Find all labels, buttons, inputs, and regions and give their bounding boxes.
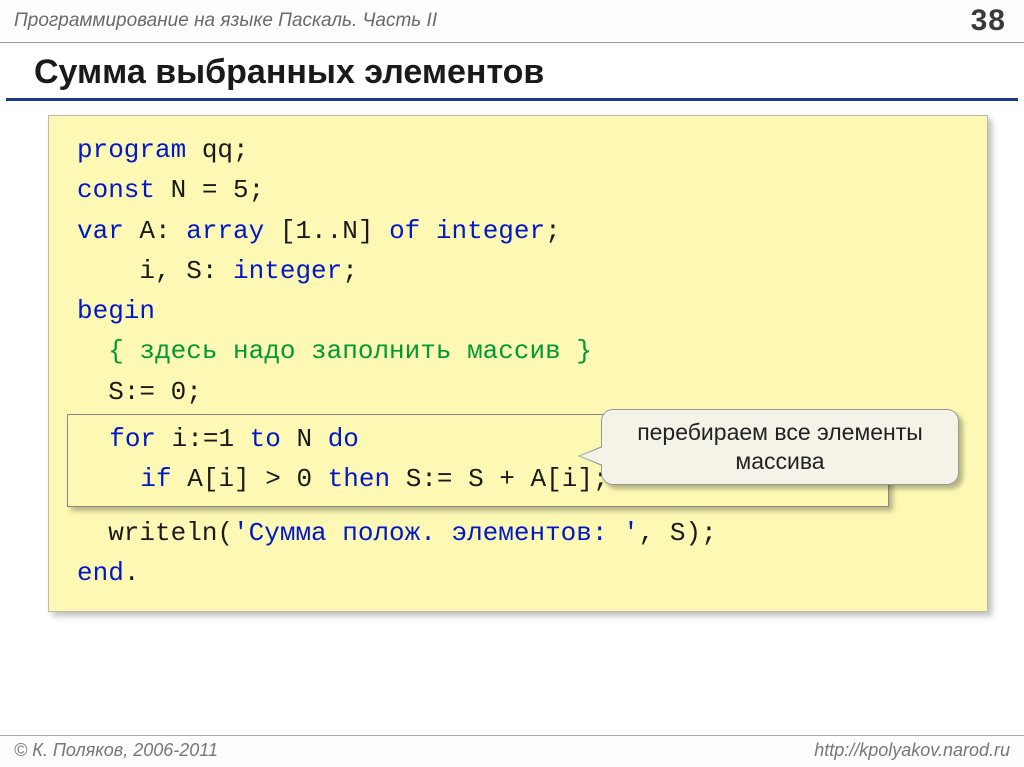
header-title: Программирование на языке Паскаль. Часть… xyxy=(14,10,437,32)
slide-title: Сумма выбранных элементов xyxy=(6,43,1018,101)
code-line: i, S: integer; xyxy=(77,251,959,291)
page-number: 38 xyxy=(971,4,1006,38)
footer-url: http://kpolyakov.narod.ru xyxy=(814,740,1010,761)
slide-footer: © К. Поляков, 2006-2011 http://kpolyakov… xyxy=(0,735,1024,767)
code-comment: { здесь надо заполнить массив } xyxy=(77,331,959,371)
code-line: const N = 5; xyxy=(77,170,959,210)
callout-text: перебираем все элементы массива xyxy=(637,419,923,474)
code-line: end. xyxy=(77,553,959,593)
code-line: begin xyxy=(77,291,959,331)
code-line: S:= 0; xyxy=(77,372,959,412)
slide-header: Программирование на языке Паскаль. Часть… xyxy=(0,0,1024,43)
copyright-text: © К. Поляков, 2006-2011 xyxy=(14,740,218,761)
code-line: var A: array [1..N] of integer; xyxy=(77,211,959,251)
annotation-callout: перебираем все элементы массива xyxy=(601,409,959,485)
code-line: program qq; xyxy=(77,130,959,170)
code-block: program qq; const N = 5; var A: array [1… xyxy=(48,115,988,612)
code-line: writeln('Сумма полож. элементов: ', S); xyxy=(77,513,959,553)
